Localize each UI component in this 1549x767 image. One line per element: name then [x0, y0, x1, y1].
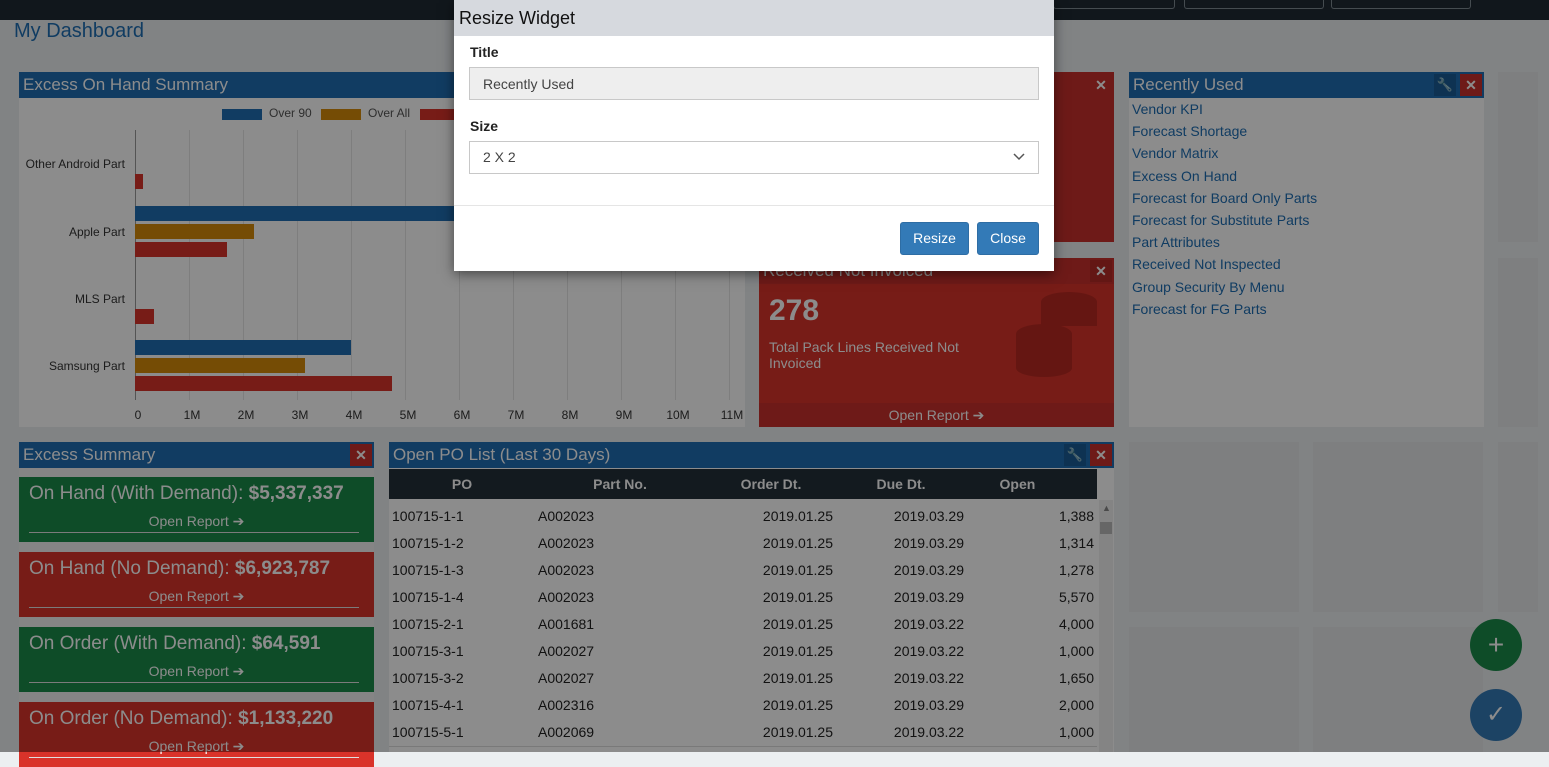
title-input[interactable] [469, 67, 1039, 100]
modal-divider [454, 205, 1054, 206]
size-selected-value: 2 X 2 [483, 149, 516, 165]
resize-widget-modal: Resize Widget Title Size 2 X 2 Resize Cl… [454, 0, 1054, 271]
close-button[interactable]: Close [977, 222, 1039, 255]
size-select[interactable]: 2 X 2 [469, 141, 1039, 174]
resize-button[interactable]: Resize [900, 222, 969, 255]
size-label: Size [470, 118, 499, 134]
chevron-down-icon [1012, 142, 1026, 173]
modal-title: Resize Widget [454, 0, 1054, 36]
title-label: Title [470, 44, 499, 60]
card-divider [29, 757, 359, 758]
